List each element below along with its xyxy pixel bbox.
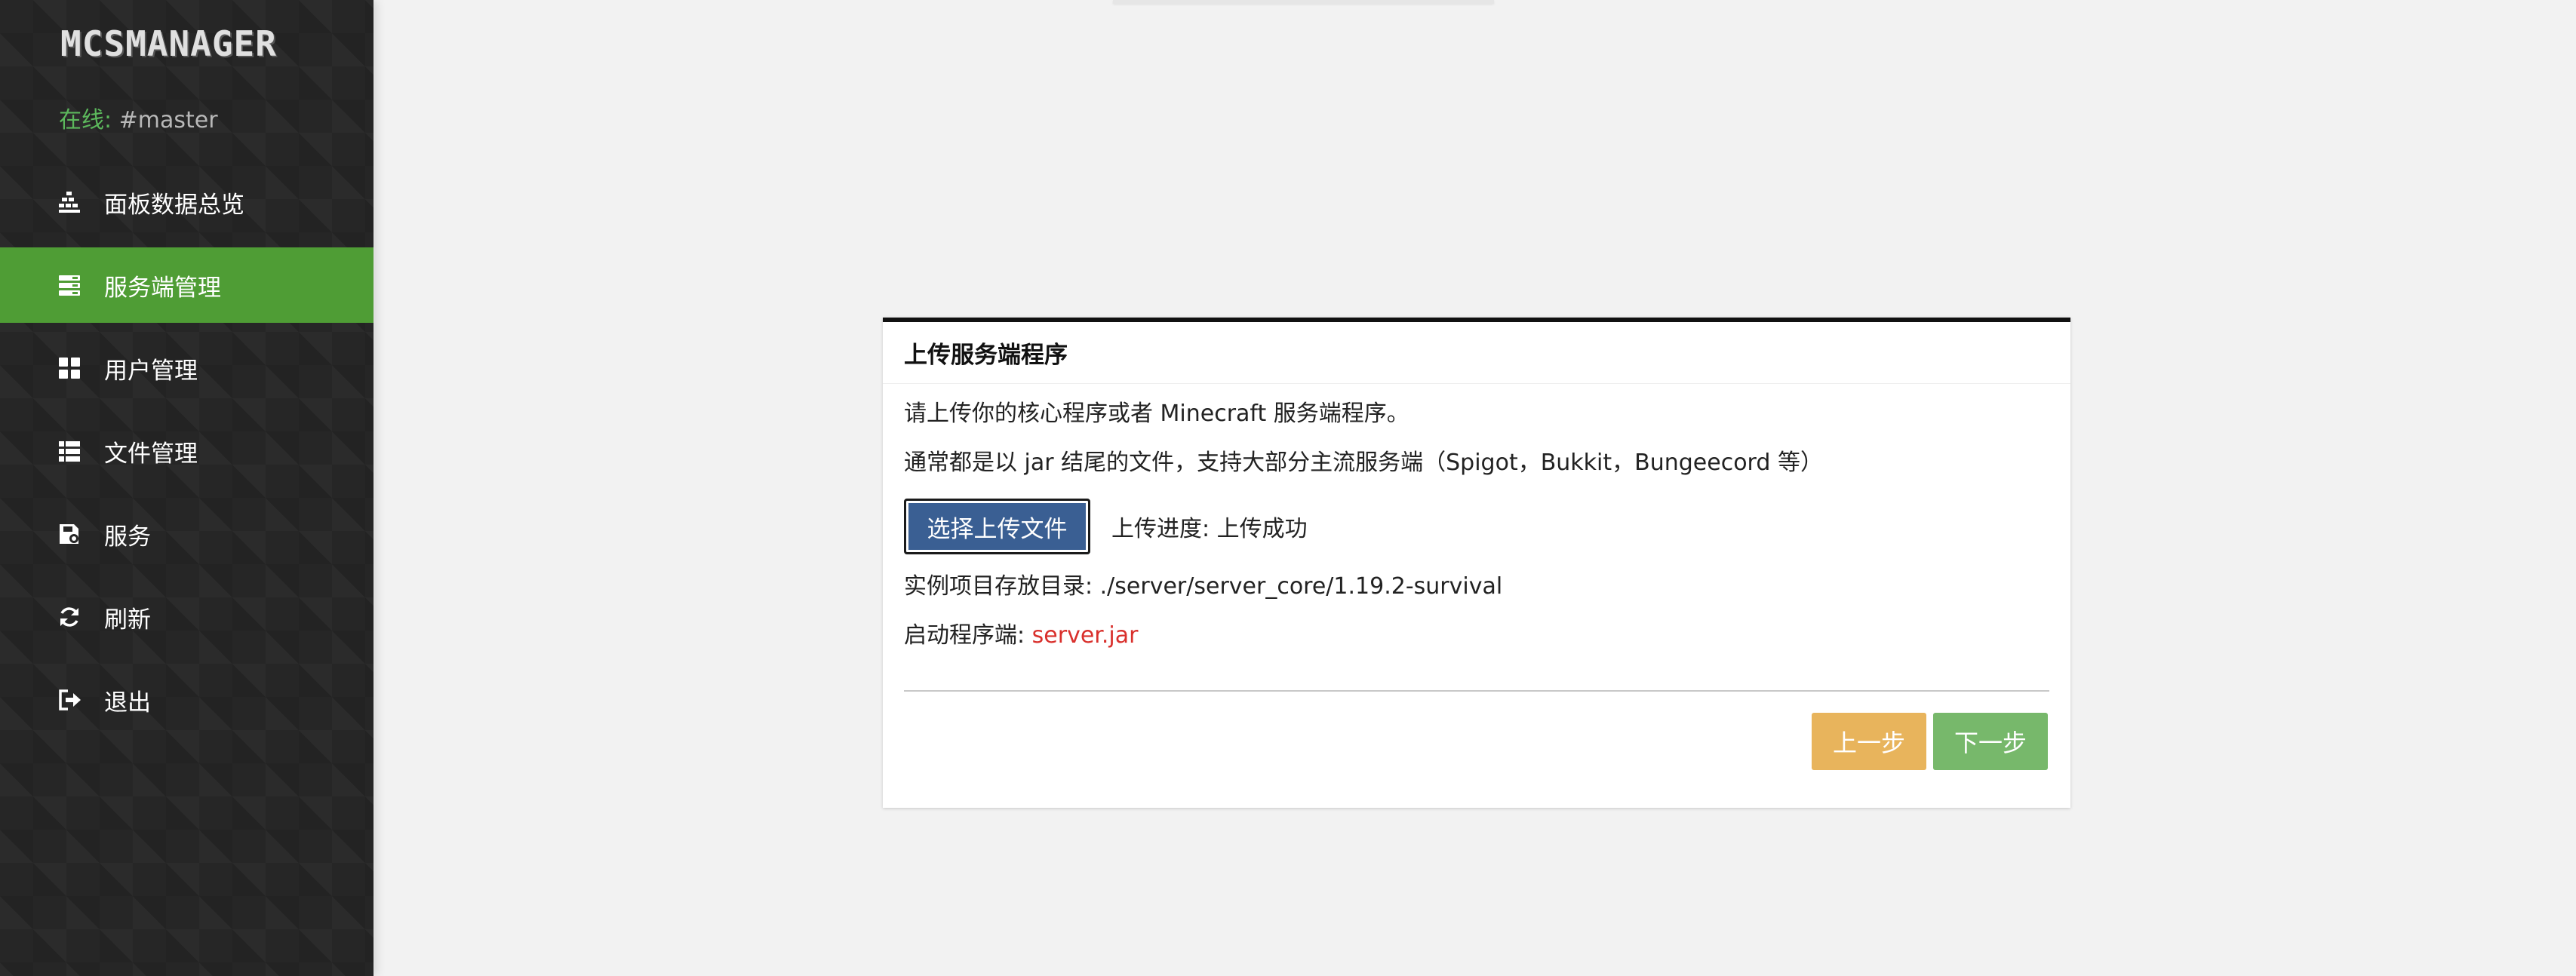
sidebar-item-label: 退出 [104,689,151,717]
logout-icon [57,688,81,712]
sidebar-item-label: 服务端管理 [104,274,221,302]
launcher-line: 启动程序端: server.jar [904,621,1138,651]
online-status-host: #master [118,107,218,134]
sidebar-item-logout[interactable]: 退出 [0,662,373,738]
sidebar-item-user-management[interactable]: 用户管理 [0,330,373,406]
top-decoration [1113,0,1494,4]
launcher-file: server.jar [1031,622,1139,649]
sidebar-item-label: 刷新 [104,606,151,634]
dialog-title: 上传服务端程序 [904,342,1068,369]
upload-progress-text: 上传进度: 上传成功 [1111,516,1308,542]
online-status-label: 在线: [59,107,112,134]
directory-text: 实例项目存放目录: ./server/server_core/1.19.2-su… [904,573,1503,600]
sidebar-item-label: 用户管理 [104,357,198,385]
server-icon [57,273,81,297]
next-step-button[interactable]: 下一步 [1933,713,2048,770]
refresh-icon [57,605,81,629]
upload-instruction: 请上传你的核心程序或者 Minecraft 服务端程序。 [904,401,1409,427]
upload-row: 选择上传文件 上传进度: 上传成功 [904,499,1308,554]
prev-step-button[interactable]: 上一步 [1812,713,1926,770]
app-logo: MCSMANAGER [60,23,277,64]
sidebar-item-server-management[interactable]: 服务端管理 [0,247,373,323]
online-status: 在线: #master [59,104,218,137]
sidebar-item-label: 面板数据总览 [104,191,244,219]
grid-icon [57,356,81,380]
launcher-label: 启动程序端: [904,622,1032,649]
service-icon [57,522,81,546]
sidebar-item-refresh[interactable]: 刷新 [0,579,373,655]
dialog-divider [904,690,2049,692]
sidebar-item-dashboard[interactable]: 面板数据总览 [0,164,373,240]
sidebar: MCSMANAGER 在线: #master 面板数据总览 服务端管理 用户管理… [0,0,373,976]
upload-dialog: 上传服务端程序 请上传你的核心程序或者 Minecraft 服务端程序。 通常都… [883,318,2070,808]
upload-hint: 通常都是以 jar 结尾的文件，支持大部分主流服务端（Spigot，Bukkit… [904,450,1823,476]
sidebar-item-label: 服务 [104,523,151,551]
sidebar-item-service[interactable]: 服务 [0,496,373,572]
choose-file-button[interactable]: 选择上传文件 [904,499,1090,554]
sidebar-item-file-management[interactable]: 文件管理 [0,413,373,489]
list-icon [57,439,81,463]
dialog-header: 上传服务端程序 [883,322,2070,384]
dashboard-icon [57,190,81,214]
sidebar-item-label: 文件管理 [104,440,198,468]
